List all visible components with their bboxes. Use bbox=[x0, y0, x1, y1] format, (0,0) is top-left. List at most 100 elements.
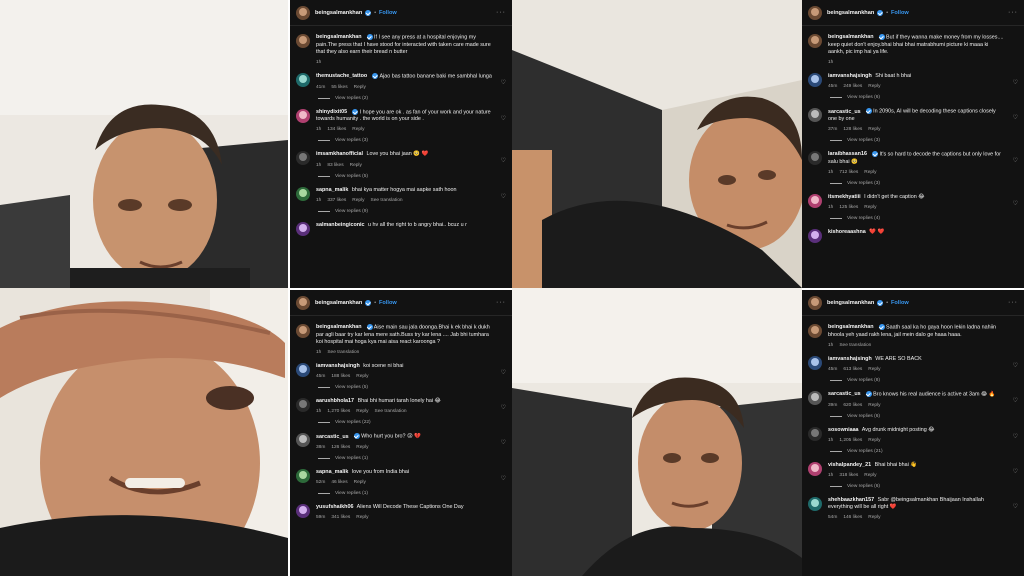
comment-likes[interactable]: 126 likes bbox=[331, 445, 350, 450]
comment-username[interactable]: sapna_malik bbox=[316, 187, 348, 193]
view-replies-button[interactable]: View replies (3) bbox=[830, 181, 1024, 186]
reply-button[interactable]: Reply bbox=[356, 374, 368, 379]
like-heart-icon[interactable]: ♡ bbox=[501, 157, 506, 164]
avatar[interactable] bbox=[808, 461, 822, 476]
view-replies-button[interactable]: View replies (6) bbox=[830, 414, 1024, 419]
comment-likes[interactable]: 125 likes bbox=[839, 205, 858, 210]
comment-username[interactable]: iamvanshajsingh bbox=[316, 363, 360, 369]
avatar[interactable] bbox=[296, 363, 310, 378]
avatar[interactable] bbox=[808, 324, 822, 338]
follow-button[interactable]: Follow bbox=[891, 10, 909, 16]
avatar[interactable] bbox=[296, 186, 310, 201]
comment-username[interactable]: sapna_malik bbox=[316, 469, 348, 475]
reply-button[interactable]: Reply bbox=[868, 403, 880, 408]
avatar[interactable] bbox=[808, 73, 822, 88]
comment-username[interactable]: sarcastic_us bbox=[828, 391, 861, 397]
avatar[interactable] bbox=[296, 73, 310, 88]
like-heart-icon[interactable]: ♡ bbox=[501, 369, 506, 376]
more-options-icon[interactable]: ··· bbox=[1008, 299, 1018, 306]
avatar[interactable] bbox=[808, 151, 822, 166]
view-replies-button[interactable]: View replies (5) bbox=[318, 385, 512, 390]
comment-likes[interactable]: 83 likes bbox=[327, 163, 343, 168]
comment-username[interactable]: laraibhassan16 bbox=[828, 151, 867, 157]
more-options-icon[interactable]: ··· bbox=[496, 9, 506, 16]
comment-likes[interactable]: 188 likes bbox=[331, 374, 350, 379]
avatar[interactable] bbox=[808, 426, 822, 441]
comment-username[interactable]: aarushbhola17 bbox=[316, 398, 354, 404]
see-translation-link[interactable]: See translation bbox=[327, 350, 359, 355]
avatar[interactable] bbox=[296, 295, 310, 310]
comment-likes[interactable]: 128 likes bbox=[843, 127, 862, 132]
see-translation-link[interactable]: See translation bbox=[839, 343, 871, 348]
like-heart-icon[interactable]: ♡ bbox=[501, 115, 506, 122]
comment-username[interactable]: kishoreaashna bbox=[828, 229, 866, 235]
view-replies-button[interactable]: View replies (9) bbox=[318, 209, 512, 214]
avatar[interactable] bbox=[808, 34, 822, 48]
reply-button[interactable]: Reply bbox=[352, 127, 364, 132]
like-heart-icon[interactable]: ♡ bbox=[1013, 157, 1018, 164]
like-heart-icon[interactable]: ♡ bbox=[1013, 503, 1018, 510]
comment-username[interactable]: vishalpandey_21 bbox=[828, 462, 871, 468]
comment-username[interactable]: sarcastic_us bbox=[316, 434, 349, 440]
comment-username[interactable]: beingsalmankhan bbox=[828, 34, 874, 40]
see-translation-link[interactable]: See translation bbox=[371, 198, 403, 203]
comment-likes[interactable]: 249 likes bbox=[843, 84, 862, 89]
comment-likes[interactable]: 620 likes bbox=[843, 403, 862, 408]
avatar[interactable] bbox=[808, 5, 822, 20]
post-username[interactable]: beingsalmankhan bbox=[315, 10, 362, 16]
comment-username[interactable]: imsamkhanofficial bbox=[316, 151, 363, 157]
like-heart-icon[interactable]: ♡ bbox=[501, 439, 506, 446]
comment-username[interactable]: sosowniaaa bbox=[828, 427, 859, 433]
view-replies-button[interactable]: View replies (3) bbox=[318, 138, 512, 143]
reply-button[interactable]: Reply bbox=[868, 367, 880, 372]
comment-likes[interactable]: 613 likes bbox=[843, 367, 862, 372]
reply-button[interactable]: Reply bbox=[864, 170, 876, 175]
reply-button[interactable]: Reply bbox=[356, 445, 368, 450]
avatar[interactable] bbox=[808, 355, 822, 370]
comment-likes[interactable]: 134 likes bbox=[327, 127, 346, 132]
reply-button[interactable]: Reply bbox=[868, 438, 880, 443]
view-replies-button[interactable]: View replies (21) bbox=[830, 449, 1024, 454]
comment-likes[interactable]: 337 likes bbox=[327, 198, 346, 203]
reply-button[interactable]: Reply bbox=[356, 515, 368, 520]
reply-button[interactable]: Reply bbox=[354, 85, 366, 90]
view-replies-button[interactable]: View replies (8) bbox=[830, 378, 1024, 383]
comment-likes[interactable]: 712 likes bbox=[839, 170, 858, 175]
avatar[interactable] bbox=[296, 398, 310, 413]
view-replies-button[interactable]: View replies (6) bbox=[830, 484, 1024, 489]
comment-username[interactable]: themustache_tattoo bbox=[316, 73, 367, 79]
reply-button[interactable]: Reply bbox=[864, 205, 876, 210]
comment-username[interactable]: iamvanshajsingh bbox=[828, 356, 872, 362]
comment-likes[interactable]: 146 likes bbox=[843, 515, 862, 520]
like-heart-icon[interactable]: ♡ bbox=[501, 193, 506, 200]
comment-username[interactable]: iamvanshajsingh bbox=[828, 73, 872, 79]
like-heart-icon[interactable]: ♡ bbox=[1013, 433, 1018, 440]
like-heart-icon[interactable]: ♡ bbox=[1013, 79, 1018, 86]
avatar[interactable] bbox=[808, 295, 822, 310]
reply-button[interactable]: Reply bbox=[868, 127, 880, 132]
reply-button[interactable]: Reply bbox=[356, 409, 368, 414]
reply-button[interactable]: Reply bbox=[868, 515, 880, 520]
reply-button[interactable]: Reply bbox=[354, 480, 366, 485]
reply-button[interactable]: Reply bbox=[868, 84, 880, 89]
avatar[interactable] bbox=[296, 108, 310, 123]
more-options-icon[interactable]: ··· bbox=[1008, 9, 1018, 16]
avatar[interactable] bbox=[296, 34, 310, 48]
comment-username[interactable]: shehbaazkhan157 bbox=[828, 497, 874, 503]
like-heart-icon[interactable]: ♡ bbox=[1013, 397, 1018, 404]
comment-username[interactable]: itsmekhyatiii bbox=[828, 194, 861, 200]
comment-username[interactable]: salmanbeingiconic bbox=[316, 222, 365, 228]
view-replies-button[interactable]: View replies (4) bbox=[830, 216, 1024, 221]
comment-likes[interactable]: 318 likes bbox=[839, 473, 858, 478]
view-replies-button[interactable]: View replies (22) bbox=[318, 420, 512, 425]
like-heart-icon[interactable]: ♡ bbox=[1013, 200, 1018, 207]
avatar[interactable] bbox=[296, 504, 310, 519]
view-replies-button[interactable]: View replies (3) bbox=[830, 138, 1024, 143]
reply-button[interactable]: Reply bbox=[352, 198, 364, 203]
avatar[interactable] bbox=[808, 193, 822, 208]
comment-username[interactable]: beingsalmankhan bbox=[316, 34, 362, 40]
avatar[interactable] bbox=[296, 5, 310, 20]
like-heart-icon[interactable]: ♡ bbox=[1013, 362, 1018, 369]
comment-username[interactable]: yusufshaikh06 bbox=[316, 504, 353, 510]
reply-button[interactable]: Reply bbox=[864, 473, 876, 478]
